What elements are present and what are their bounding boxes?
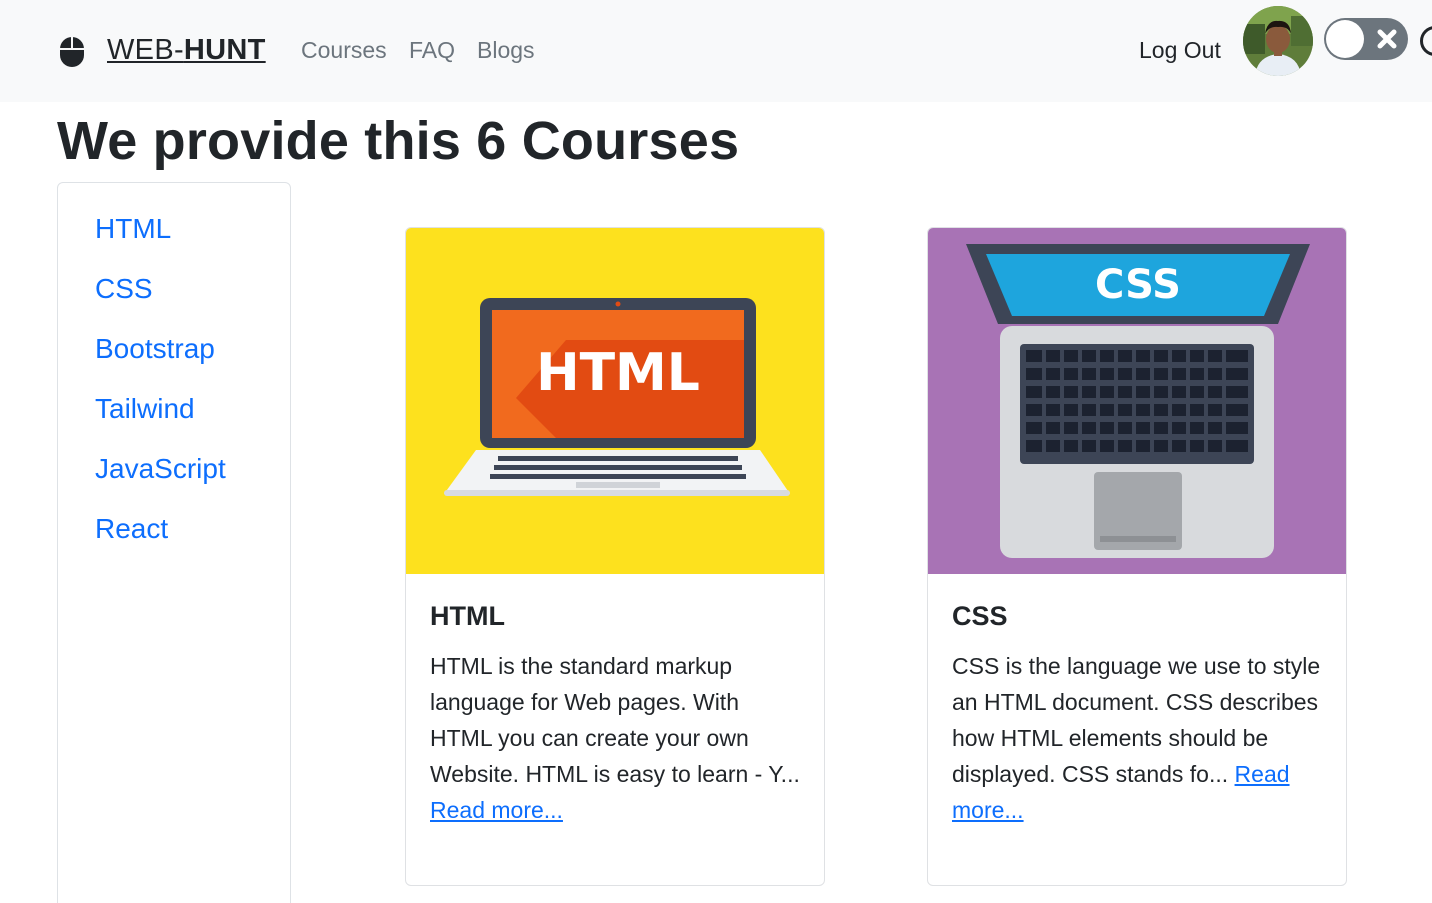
logout-button[interactable]: Log Out xyxy=(1139,34,1221,66)
sidebar-item-css[interactable]: CSS xyxy=(95,271,153,307)
close-icon xyxy=(1375,27,1399,51)
course-sidebar: HTML CSS Bootstrap Tailwind JavaScript R… xyxy=(57,182,291,903)
sidebar-item-react[interactable]: React xyxy=(95,511,168,547)
css-laptop-image: CSS xyxy=(928,228,1346,574)
course-card-html: HTML HTML HTML is the standard markup la… xyxy=(405,227,825,886)
card-title: CSS xyxy=(952,601,1008,631)
theme-toggle[interactable] xyxy=(1324,18,1408,60)
brand-logo[interactable]: WEB-HUNT xyxy=(107,30,266,70)
sidebar-item-javascript[interactable]: JavaScript xyxy=(95,451,226,487)
card-text-body: HTML is the standard markup language for… xyxy=(430,653,800,787)
card-title: HTML xyxy=(430,601,505,631)
sidebar-item-bootstrap[interactable]: Bootstrap xyxy=(95,331,215,367)
card-description: CSS is the language we use to style an H… xyxy=(952,648,1322,828)
page-title: We provide this 6 Courses xyxy=(57,111,740,171)
brand-prefix: WEB- xyxy=(107,34,184,66)
mouse-icon xyxy=(59,36,85,68)
top-navbar: WEB-HUNT Courses FAQ Blogs Log Out xyxy=(0,0,1432,102)
card-description: HTML is the standard markup language for… xyxy=(430,648,800,828)
nav-link-courses[interactable]: Courses xyxy=(301,34,387,66)
brand-bold: HUNT xyxy=(183,34,266,66)
toggle-knob xyxy=(1326,20,1364,58)
nav-link-blogs[interactable]: Blogs xyxy=(477,34,535,66)
nav-link-faq[interactable]: FAQ xyxy=(409,34,455,66)
sidebar-item-html[interactable]: HTML xyxy=(95,211,171,247)
html-laptop-image: HTML xyxy=(406,228,824,574)
sidebar-item-tailwind[interactable]: Tailwind xyxy=(95,391,195,427)
svg-text:CSS: CSS xyxy=(1095,262,1181,308)
svg-text:HTML: HTML xyxy=(536,343,700,403)
read-more-link[interactable]: Read more... xyxy=(430,797,563,823)
partial-circle-icon[interactable] xyxy=(1420,26,1432,56)
avatar[interactable] xyxy=(1243,6,1313,76)
course-card-css: CSS CSS CSS is the language we use to st… xyxy=(927,227,1347,886)
